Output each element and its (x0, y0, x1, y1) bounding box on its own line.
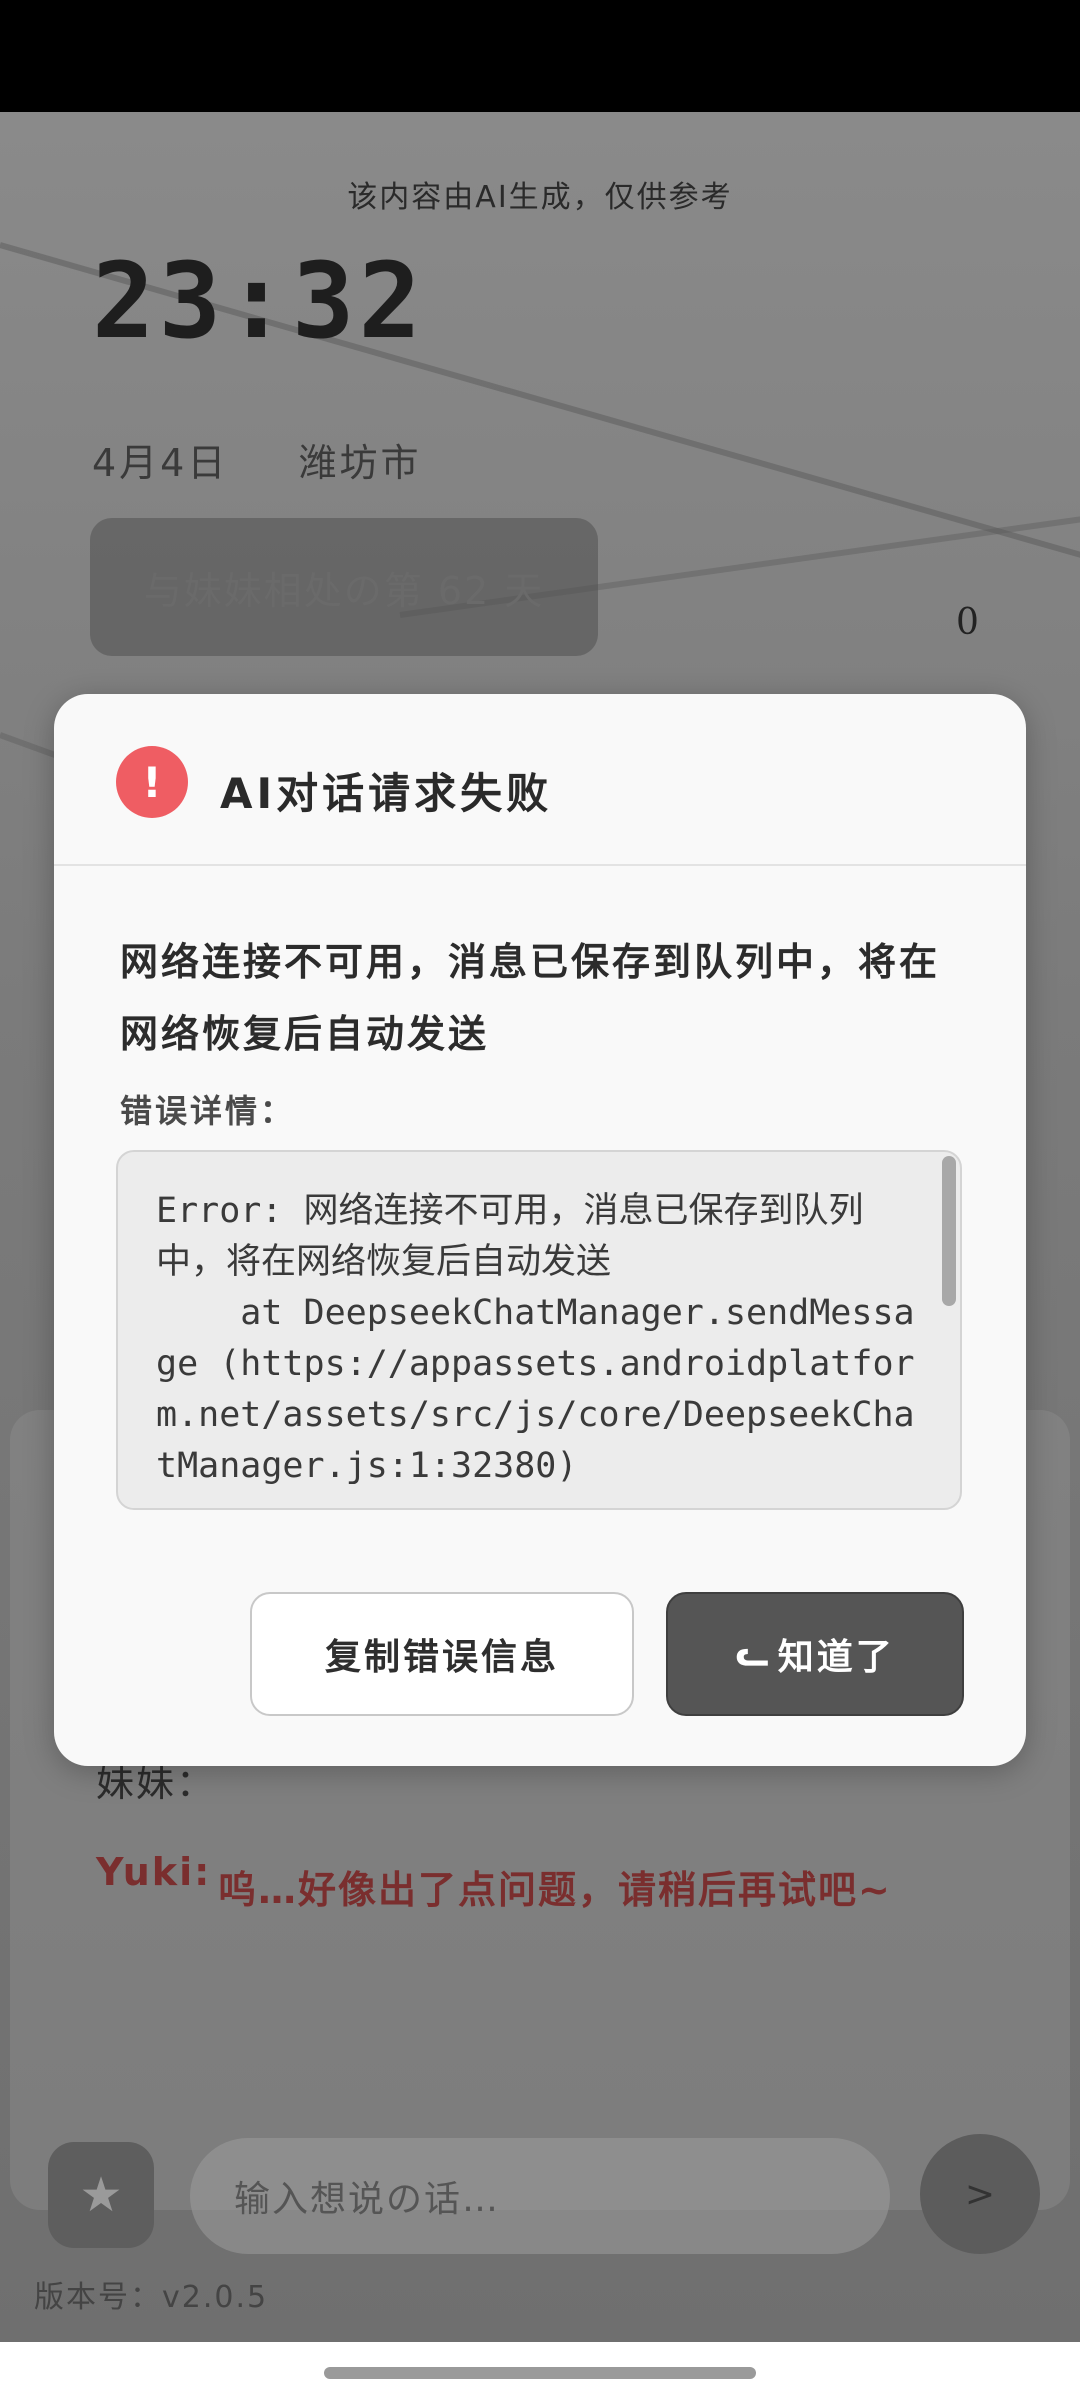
home-indicator[interactable] (324, 2367, 756, 2379)
dialog-message: 网络连接不可用，消息已保存到队列中，将在网络恢复后自动发送 (120, 940, 941, 1056)
error-detail-text: Error: 网络连接不可用，消息已保存到队列中，将在网络恢复后自动发送 at … (156, 1191, 915, 1486)
dialog-divider (54, 864, 1026, 866)
alert-icon-glyph: ! (142, 757, 162, 807)
days-together-badge: 与妹妹相处の第 62 天 (90, 518, 598, 656)
gift-star-icon: ★ (79, 2167, 123, 2223)
clock-time: 23:32 (92, 240, 426, 362)
chat-yuki-name: Yuki: (96, 1850, 212, 1894)
error-detail-label: 错误详情： (120, 1092, 296, 1130)
error-detail-scrollbar[interactable] (942, 1156, 956, 1306)
date-text: 4月4日 (92, 441, 229, 485)
status-bar (0, 0, 1080, 112)
dialog-title: AI对话请求失败 (220, 769, 553, 818)
city-text: 潍坊市 (298, 441, 422, 485)
error-dialog: ! AI对话请求失败 网络连接不可用，消息已保存到队列中，将在网络恢复后自动发送… (54, 694, 1026, 1766)
send-button[interactable]: > (920, 2134, 1040, 2254)
chat-input[interactable]: 输入想说の话… (190, 2138, 890, 2254)
counter-value: 0 (956, 602, 979, 643)
gift-button[interactable]: ★ (48, 2142, 154, 2248)
dialog-header: ! AI对话请求失败 (54, 694, 1026, 866)
alert-icon: ! (116, 746, 188, 818)
ai-generated-notice: 该内容由AI生成，仅供参考 (347, 180, 733, 215)
chat-yuki-message: 呜…好像出了点问题，请稍后再试吧~ (218, 1868, 892, 1912)
error-detail-box[interactable]: Error: 网络连接不可用，消息已保存到队列中，将在网络恢复后自动发送 at … (116, 1150, 962, 1510)
cat-face-icon: ᓚ (735, 1633, 772, 1675)
got-it-button[interactable]: ᓚ 知道了 (666, 1592, 964, 1716)
date-location: 4月4日 潍坊市 (92, 432, 422, 487)
got-it-label: 知道了 (777, 1637, 895, 1678)
version-label: 版本号：v2.0.5 (34, 2280, 269, 2315)
copy-error-button[interactable]: 复制错误信息 (250, 1592, 634, 1716)
